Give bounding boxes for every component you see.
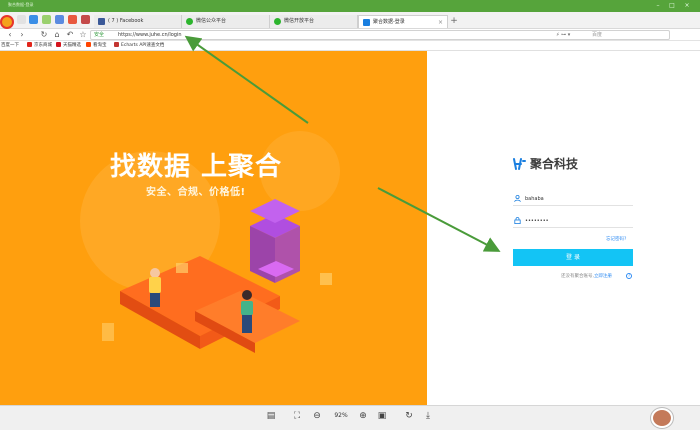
zoom-level: 92%	[334, 412, 348, 419]
username-field[interactable]	[513, 192, 633, 206]
help-icon[interactable]: ?	[626, 273, 632, 279]
brand-name: 聚合科技	[530, 157, 579, 171]
bookmark-label: 百度一下	[1, 43, 19, 48]
bookmark-label: Echarts API速查文档	[121, 43, 165, 48]
window-titlebar: 聚合数据-登录 – □ ×	[0, 0, 700, 12]
register-prompt: 还没有聚合账号,立即注册	[561, 273, 612, 280]
home-icon[interactable]: ⌂	[52, 30, 62, 40]
jd-icon	[27, 42, 32, 47]
tab-wechat-mp[interactable]: 微信公众平台	[182, 15, 270, 28]
new-tab-button[interactable]: +	[449, 15, 459, 27]
bookmark-item[interactable]: 看淘宝	[86, 42, 107, 50]
tmall-icon	[56, 42, 61, 47]
wechat-icon	[274, 18, 281, 25]
rotate-icon[interactable]: ↻	[403, 410, 415, 422]
quick-access-icon[interactable]	[81, 15, 90, 24]
quick-access-icon[interactable]	[17, 15, 26, 24]
forward-icon[interactable]: ›	[17, 30, 27, 40]
password-field[interactable]	[513, 214, 633, 228]
bookmark-label: 看淘宝	[93, 43, 107, 48]
favorite-star-icon[interactable]: ☆	[78, 30, 88, 40]
taobao-icon	[86, 42, 91, 47]
bookmark-label: 京东商城	[34, 43, 52, 48]
zoom-in-icon[interactable]: ⊕	[357, 410, 369, 422]
hero-illustration	[80, 131, 340, 353]
browser-logo-icon[interactable]	[0, 15, 14, 29]
tab-label: 微信开放平台	[284, 18, 315, 24]
hero-banner: 找数据 上聚合 安全、合规、价格低!	[0, 51, 427, 405]
tab-facebook[interactable]: ( 7 ) Facebook	[94, 15, 182, 28]
quick-access-icon[interactable]	[42, 15, 51, 24]
echarts-icon	[114, 42, 119, 47]
tab-wechat-open[interactable]: 微信开放平台	[270, 15, 358, 28]
juhe-logo-icon	[513, 158, 526, 170]
facebook-icon	[98, 18, 105, 25]
bookmark-item[interactable]: 京东商城	[27, 42, 52, 50]
avatar[interactable]	[651, 408, 673, 428]
tab-label: 聚合数据-登录	[373, 19, 405, 25]
juhe-icon	[363, 19, 370, 26]
download-icon[interactable]: ⤓	[422, 410, 434, 422]
hero-title: 找数据 上聚合	[110, 152, 283, 182]
register-prompt-text: 还没有聚合账号,	[561, 274, 594, 279]
close-window-icon[interactable]: ×	[683, 2, 691, 9]
secure-label: 安全	[94, 32, 105, 38]
maximize-icon[interactable]: □	[668, 2, 676, 9]
window-title: 聚合数据-登录	[8, 2, 34, 7]
bookmark-label: 天猫精选	[63, 43, 81, 48]
fit-screen-icon[interactable]: ⛶	[291, 410, 303, 422]
username-input[interactable]	[525, 193, 630, 204]
quick-access-icon[interactable]	[68, 15, 77, 24]
quick-access-icon[interactable]	[55, 15, 64, 24]
zoom-out-icon[interactable]: ⊖	[311, 410, 323, 422]
hero-subtitle: 安全、合规、价格低!	[146, 187, 246, 198]
actual-size-icon[interactable]: ▣	[376, 410, 388, 422]
thumbnail-icon[interactable]: ▤	[265, 410, 277, 422]
tab-label: 微信公众平台	[196, 18, 227, 24]
register-link[interactable]: 立即注册	[594, 274, 612, 279]
forgot-password-link[interactable]: 忘记密码?	[606, 236, 626, 243]
reload-icon[interactable]: ↻	[39, 30, 49, 40]
bookmark-item[interactable]: 天猫精选	[56, 42, 81, 50]
back-icon[interactable]: ‹	[5, 30, 15, 40]
user-icon	[514, 195, 521, 202]
password-input[interactable]	[525, 215, 630, 226]
close-tab-icon[interactable]: ×	[438, 16, 443, 28]
undo-icon[interactable]: ↶	[65, 30, 75, 40]
quick-access-icon[interactable]	[29, 15, 38, 24]
search-input[interactable]: 百度	[592, 31, 668, 39]
address-tools-icon[interactable]: ⚡ ⊶ ▾	[556, 31, 570, 39]
bookmark-item[interactable]: 百度一下	[1, 42, 19, 50]
bookmark-item[interactable]: Echarts API速查文档	[114, 42, 164, 50]
minimize-icon[interactable]: –	[654, 2, 662, 9]
wechat-icon	[186, 18, 193, 25]
lock-icon	[514, 217, 521, 224]
tab-juhe-login[interactable]: 聚合数据-登录 ×	[358, 15, 448, 28]
url-text[interactable]: https://www.juhe.cn/login	[118, 31, 182, 39]
login-button[interactable]: 登 录	[513, 249, 633, 266]
tab-label: ( 7 ) Facebook	[108, 18, 144, 24]
